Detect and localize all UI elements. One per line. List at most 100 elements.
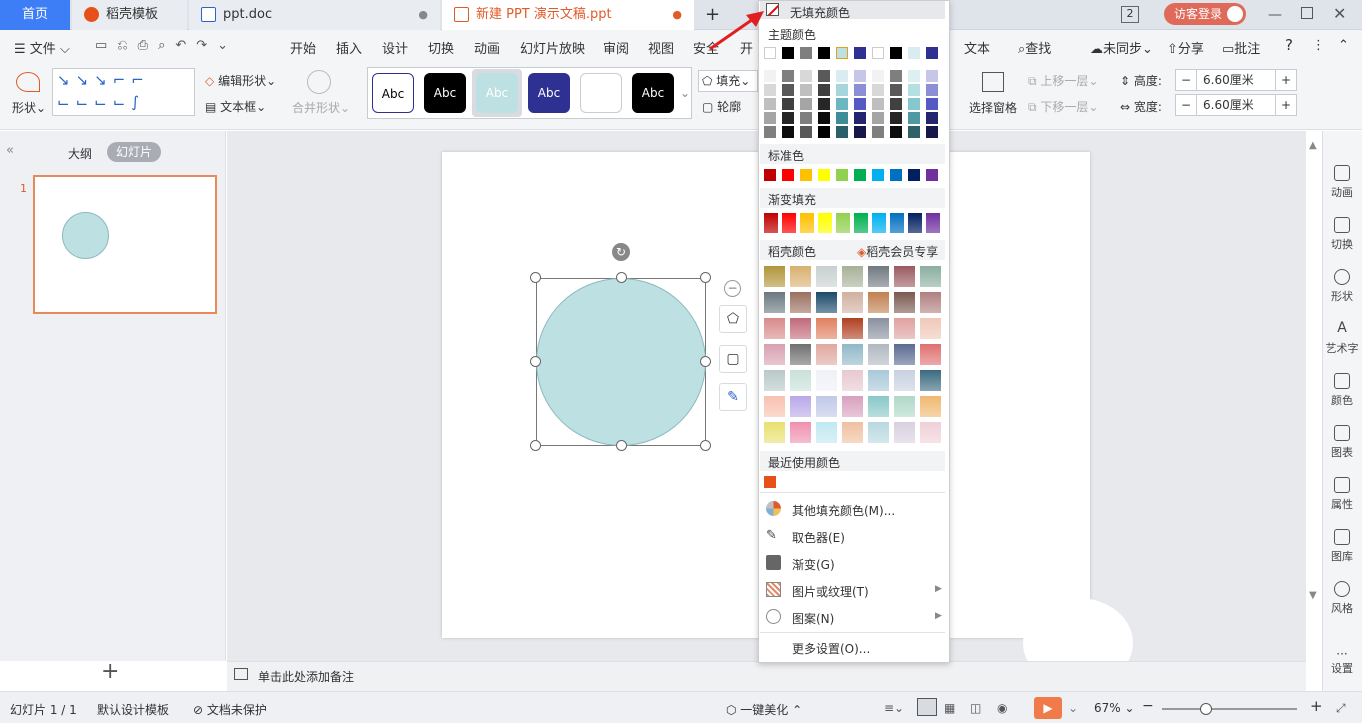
standard-color-swatch[interactable] — [872, 169, 884, 181]
docer-gradient-swatch[interactable] — [816, 266, 837, 287]
more-icon[interactable]: ⋮ — [1312, 38, 1325, 53]
width-input[interactable]: 6.60厘米 — [1196, 94, 1276, 116]
resize-handle-bottom-left[interactable] — [530, 440, 541, 451]
right-property-button[interactable]: 属性 — [1322, 477, 1362, 512]
theme-shade-swatch[interactable] — [836, 98, 848, 110]
docer-gradient-swatch[interactable] — [764, 422, 785, 443]
docer-gradient-swatch[interactable] — [868, 292, 889, 313]
docer-gradient-swatch[interactable] — [790, 292, 811, 313]
minimize-icon[interactable]: — — [1268, 7, 1282, 23]
right-chart-button[interactable]: 图表 — [1322, 425, 1362, 460]
theme-shade-swatch[interactable] — [800, 84, 812, 96]
menu-insert[interactable]: 插入 — [336, 38, 362, 57]
theme-shade-swatch[interactable] — [890, 84, 902, 96]
gradient-fill-swatch[interactable] — [908, 213, 922, 233]
theme-shade-swatch[interactable] — [890, 70, 902, 82]
shape-button[interactable]: 形状⌄ — [12, 99, 46, 116]
width-increase-button[interactable]: + — [1275, 94, 1297, 116]
standard-color-swatch[interactable] — [836, 169, 848, 181]
docer-gradient-swatch[interactable] — [816, 370, 837, 391]
gradient-fill-swatch[interactable] — [872, 213, 886, 233]
collapse-pane-icon[interactable]: « — [6, 143, 14, 158]
theme-color-swatch[interactable] — [908, 47, 920, 59]
right-settings-button[interactable]: ··· 设置 — [1322, 648, 1362, 676]
theme-color-swatch[interactable] — [818, 47, 830, 59]
style-gallery-scroll-icon[interactable]: ⌄ — [680, 86, 690, 100]
theme-shade-swatch[interactable] — [926, 98, 938, 110]
theme-shade-swatch[interactable] — [836, 70, 848, 82]
theme-shade-swatch[interactable] — [872, 70, 884, 82]
float-fill-icon[interactable]: ⬠ — [719, 305, 747, 333]
docer-gradient-swatch[interactable] — [764, 344, 785, 365]
docer-gradient-swatch[interactable] — [868, 396, 889, 417]
theme-shade-swatch[interactable] — [800, 126, 812, 138]
picture-texture-option[interactable]: 图片或纹理(T) — [792, 583, 869, 600]
docer-gradient-swatch[interactable] — [868, 318, 889, 339]
play-slideshow-button[interactable]: ▶ — [1034, 697, 1062, 719]
theme-shade-swatch[interactable] — [872, 126, 884, 138]
more-settings-option[interactable]: 更多设置(O)... — [792, 640, 870, 657]
theme-shade-swatch[interactable] — [854, 70, 866, 82]
notes-toggle-icon[interactable]: ≡⌄ — [884, 701, 904, 715]
zoom-out-icon[interactable]: − — [1142, 698, 1154, 714]
standard-color-swatch[interactable] — [908, 169, 920, 181]
tab-home[interactable]: 首页 — [0, 0, 70, 30]
theme-shade-swatch[interactable] — [800, 98, 812, 110]
docer-gradient-swatch[interactable] — [920, 422, 941, 443]
fill-button[interactable]: ⬠ 填充⌄ — [698, 70, 758, 92]
docer-gradient-swatch[interactable] — [842, 422, 863, 443]
theme-shade-swatch[interactable] — [836, 126, 848, 138]
width-decrease-button[interactable]: − — [1175, 94, 1197, 116]
docer-gradient-swatch[interactable] — [894, 344, 915, 365]
more-fill-colors-option[interactable]: 其他填充颜色(M)... — [792, 502, 895, 519]
theme-color-swatch[interactable] — [854, 47, 866, 59]
theme-shade-swatch[interactable] — [764, 70, 776, 82]
menu-text-tool[interactable]: 文本 — [964, 38, 990, 57]
theme-shade-swatch[interactable] — [854, 84, 866, 96]
comment-button[interactable]: ▭批注 — [1222, 38, 1260, 57]
merge-shape-button[interactable]: 合并形状⌄ — [292, 99, 350, 116]
gradient-fill-swatch[interactable] — [890, 213, 904, 233]
theme-shade-swatch[interactable] — [818, 70, 830, 82]
theme-color-swatch[interactable] — [926, 47, 938, 59]
docer-gradient-swatch[interactable] — [868, 370, 889, 391]
theme-color-swatch[interactable] — [800, 47, 812, 59]
style-black[interactable]: Abc — [424, 73, 466, 113]
docer-gradient-swatch[interactable] — [816, 396, 837, 417]
docer-gradient-swatch[interactable] — [920, 318, 941, 339]
resize-handle-top[interactable] — [616, 272, 627, 283]
edit-shape-button[interactable]: ◇ 编辑形状⌄ — [205, 72, 276, 89]
theme-shade-swatch[interactable] — [836, 84, 848, 96]
gradient-fill-swatch[interactable] — [782, 213, 796, 233]
theme-shade-swatch[interactable] — [782, 70, 794, 82]
right-wordart-button[interactable]: A 艺术字 — [1322, 321, 1362, 356]
close-icon[interactable]: ✕ — [1333, 4, 1346, 23]
menu-design[interactable]: 设计 — [382, 38, 408, 57]
resize-handle-top-left[interactable] — [530, 272, 541, 283]
style-black-2[interactable]: Abc — [632, 73, 674, 113]
theme-shade-swatch[interactable] — [782, 84, 794, 96]
standard-color-swatch[interactable] — [764, 169, 776, 181]
docer-gradient-swatch[interactable] — [790, 422, 811, 443]
zoom-in-icon[interactable]: + — [1310, 697, 1323, 715]
theme-shade-swatch[interactable] — [764, 126, 776, 138]
theme-shade-swatch[interactable] — [926, 84, 938, 96]
docer-gradient-swatch[interactable] — [920, 344, 941, 365]
docer-gradient-swatch[interactable] — [894, 422, 915, 443]
float-outline-icon[interactable]: ▢ — [719, 345, 747, 373]
theme-shade-swatch[interactable] — [872, 98, 884, 110]
docer-gradient-swatch[interactable] — [764, 396, 785, 417]
help-button[interactable]: ? — [1285, 36, 1293, 54]
docer-gradient-swatch[interactable] — [920, 396, 941, 417]
theme-shade-swatch[interactable] — [872, 112, 884, 124]
recent-color-swatch[interactable] — [764, 476, 776, 488]
line-shape-gallery[interactable]: ↘↘↘⌐⌐ ⌙⌙⌙⌙∫ — [52, 68, 195, 116]
move-up-button[interactable]: ⧉ 上移一层⌄ — [1028, 72, 1098, 89]
theme-shade-swatch[interactable] — [818, 98, 830, 110]
theme-shade-swatch[interactable] — [782, 126, 794, 138]
text-box-button[interactable]: ▤ 文本框⌄ — [205, 98, 266, 115]
restore-icon[interactable] — [1301, 7, 1313, 19]
reading-view-icon[interactable]: ◫ — [970, 701, 981, 715]
style-navy[interactable]: Abc — [528, 73, 570, 113]
doc-protect-status[interactable]: ⊘ 文档未保护 — [193, 701, 267, 718]
